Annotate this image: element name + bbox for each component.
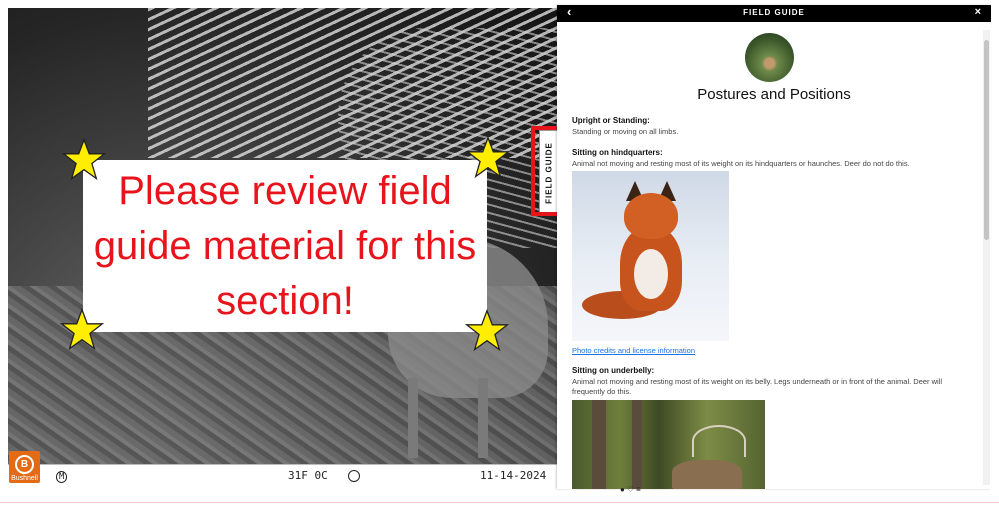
section-title: Sitting on hindquarters: [572, 148, 663, 157]
temperature-readout: 31F 0C [288, 469, 328, 482]
panel-title: Postures and Positions [697, 86, 851, 103]
info-icon[interactable]: ● [620, 485, 627, 494]
red-fox-photo [572, 171, 729, 341]
review-notice: Please review field guide material for t… [83, 160, 487, 332]
star-icon [60, 308, 104, 351]
star-icon [466, 136, 510, 179]
star-icon [62, 138, 106, 181]
scrollbar-thumb[interactable] [984, 40, 989, 240]
date-readout: 11-14-2024 [480, 469, 547, 482]
bushnell-logo-mark: B [15, 455, 34, 474]
camera-mode-label: M [56, 471, 68, 483]
bushnell-logo: B Bushnell [9, 451, 40, 483]
section-text: Standing or moving on all limbs. [572, 127, 679, 136]
tree-trunk [592, 400, 606, 489]
field-guide-panel: ‹ FIELD GUIDE × Postures and Positions U… [557, 5, 991, 489]
panel-scrollbar[interactable] [983, 30, 990, 485]
buck-antlers [692, 425, 746, 457]
buck-photo [572, 400, 765, 489]
deer-leg [408, 378, 418, 458]
deer-leg [478, 378, 488, 458]
tree-trunk [632, 400, 642, 489]
panel-header-title: FIELD GUIDE [743, 8, 805, 17]
camera-info-strip: M 31F 0C 11-14-2024 [8, 464, 558, 487]
section-title: Sitting on underbelly: [572, 366, 655, 375]
heart-icon[interactable]: ♡ [627, 485, 636, 494]
fox-head [624, 193, 678, 239]
bushnell-logo-text: Bushnell [11, 475, 38, 482]
star-icon [465, 309, 509, 352]
section-text: Animal not moving and resting most of it… [572, 377, 943, 396]
section-text: Animal not moving and resting most of it… [572, 159, 910, 168]
moon-phase-icon: M [56, 469, 68, 483]
list-icon[interactable]: ≡ [636, 485, 643, 494]
fox-chest [634, 249, 668, 299]
moon-icon [348, 470, 360, 482]
review-notice-text: Please review field guide material for t… [93, 168, 477, 323]
toolbar-icons: ●♡≡ [620, 485, 643, 494]
photo-credits-link[interactable]: Photo credits and license information [572, 346, 695, 355]
close-icon[interactable]: × [975, 6, 981, 18]
section-title: Upright or Standing: [572, 116, 650, 125]
fawn-avatar-image [745, 33, 794, 82]
buck-body [672, 460, 742, 489]
page-bottom-strip [0, 502, 999, 514]
panel-header: ‹ FIELD GUIDE × [557, 5, 991, 22]
